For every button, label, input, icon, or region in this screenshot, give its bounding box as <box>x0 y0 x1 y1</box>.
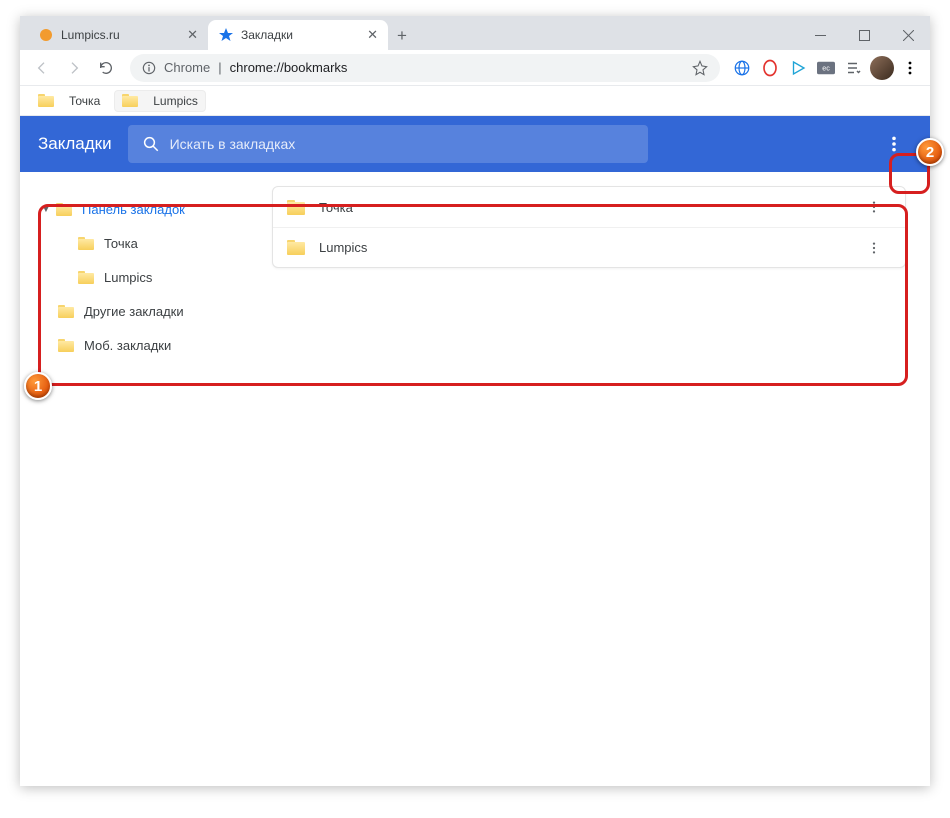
folder-icon <box>287 240 305 255</box>
tabs-strip: Lumpics.ru ✕ Закладки ✕ + <box>20 20 798 50</box>
list-item[interactable]: Точка <box>273 187 905 227</box>
window-controls <box>798 20 930 50</box>
extension-globe-icon[interactable] <box>730 56 754 80</box>
bookmarks-bar-item[interactable]: Точка <box>30 90 108 112</box>
tree-item-mobile-bookmarks[interactable]: Моб. закладки <box>34 328 272 362</box>
list-item-label: Lumpics <box>319 240 367 255</box>
url-path: chrome://bookmarks <box>230 60 348 75</box>
list-item[interactable]: Lumpics <box>273 227 905 267</box>
tree-item-lumpics[interactable]: Lumpics <box>34 260 272 294</box>
reload-button[interactable] <box>92 54 120 82</box>
page-title: Закладки <box>38 134 112 154</box>
close-icon[interactable]: ✕ <box>187 27 198 43</box>
maximize-button[interactable] <box>842 20 886 50</box>
search-field[interactable] <box>128 125 648 163</box>
extension-opera-icon[interactable] <box>758 56 782 80</box>
url-separator: | <box>218 60 221 75</box>
tab-title: Lumpics.ru <box>61 28 180 42</box>
toolbar: Chrome | chrome://bookmarks ec <box>20 50 930 86</box>
folder-icon <box>78 237 94 250</box>
tree-item-tochka[interactable]: Точка <box>34 226 272 260</box>
url-prefix: Chrome <box>164 60 210 75</box>
back-button[interactable] <box>28 54 56 82</box>
item-menu-button[interactable] <box>867 200 891 214</box>
folder-icon <box>58 339 74 352</box>
tree-label: Моб. закладки <box>84 338 171 353</box>
browser-menu-button[interactable] <box>898 56 922 80</box>
chevron-down-icon[interactable]: ▼ <box>36 204 56 215</box>
close-icon[interactable]: ✕ <box>367 27 378 43</box>
tree-label: Панель закладок <box>82 202 185 217</box>
folder-icon <box>56 203 72 216</box>
tree-item-other-bookmarks[interactable]: Другие закладки <box>34 294 272 328</box>
bookmark-star-icon[interactable] <box>692 60 708 76</box>
folder-icon <box>58 305 74 318</box>
browser-window: Lumpics.ru ✕ Закладки ✕ + Chrome | <box>20 16 930 786</box>
bookmarks-page: Закладки ▼ Панель закладок Точка <box>20 116 930 786</box>
page-header: Закладки <box>20 116 930 172</box>
search-input[interactable] <box>170 136 634 152</box>
favicon-orange-icon <box>38 27 54 43</box>
folder-icon <box>78 271 94 284</box>
site-info-icon[interactable] <box>142 61 156 75</box>
minimize-button[interactable] <box>798 20 842 50</box>
bookmarks-menu-button[interactable] <box>876 126 912 162</box>
bookmarks-bar: Точка Lumpics <box>20 86 930 116</box>
extension-badge-icon[interactable]: ec <box>814 56 838 80</box>
svg-text:ec: ec <box>822 63 830 72</box>
titlebar: Lumpics.ru ✕ Закладки ✕ + <box>20 16 930 50</box>
item-menu-button[interactable] <box>867 241 891 255</box>
tree-item-bookmarks-bar[interactable]: ▼ Панель закладок <box>34 192 272 226</box>
bookmarks-bar-label: Точка <box>69 94 100 108</box>
tab-lumpics[interactable]: Lumpics.ru ✕ <box>28 20 208 50</box>
bookmarks-bar-label: Lumpics <box>153 94 198 108</box>
forward-button[interactable] <box>60 54 88 82</box>
extension-play-icon[interactable] <box>786 56 810 80</box>
folder-tree: ▼ Панель закладок Точка Lumpics Другие з… <box>34 186 272 786</box>
reading-list-icon[interactable] <box>842 56 866 80</box>
search-icon <box>142 135 160 153</box>
tree-label: Lumpics <box>104 270 152 285</box>
new-tab-button[interactable]: + <box>388 22 416 50</box>
tree-label: Другие закладки <box>84 304 184 319</box>
favicon-star-icon <box>218 27 234 43</box>
tab-bookmarks[interactable]: Закладки ✕ <box>208 20 388 50</box>
bookmarks-body: ▼ Панель закладок Точка Lumpics Другие з… <box>20 172 930 786</box>
list-item-label: Точка <box>319 200 353 215</box>
bookmark-list: Точка Lumpics <box>272 186 906 786</box>
address-bar[interactable]: Chrome | chrome://bookmarks <box>130 54 720 82</box>
folder-icon <box>122 94 138 107</box>
profile-avatar[interactable] <box>870 56 894 80</box>
list-card: Точка Lumpics <box>272 186 906 268</box>
folder-icon <box>287 200 305 215</box>
folder-icon <box>38 94 54 107</box>
tab-title: Закладки <box>241 28 360 42</box>
bookmarks-bar-item[interactable]: Lumpics <box>114 90 206 112</box>
avatar-icon <box>870 56 894 80</box>
close-window-button[interactable] <box>886 20 930 50</box>
tree-label: Точка <box>104 236 138 251</box>
